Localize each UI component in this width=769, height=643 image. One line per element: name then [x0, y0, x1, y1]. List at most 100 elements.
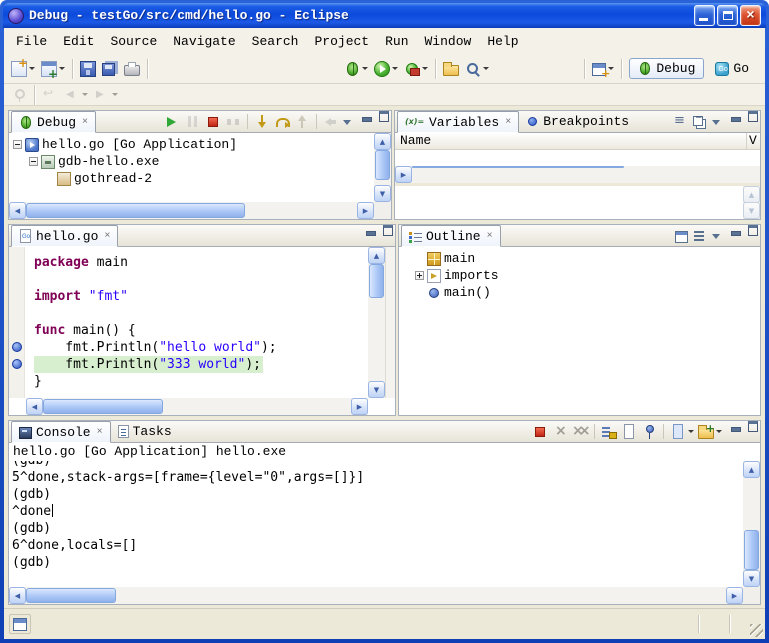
open-perspective-button[interactable] [589, 57, 617, 81]
scroll-left-icon[interactable]: ◀ [9, 202, 26, 219]
tree-item[interactable]: hello.go [Go Application] [9, 136, 391, 153]
save-all-button[interactable] [99, 57, 121, 81]
editor-overview-ruler[interactable] [385, 247, 395, 398]
tree-item[interactable]: imports [411, 267, 760, 284]
view-menu-button[interactable] [711, 112, 723, 132]
minimize-view-button[interactable] [729, 111, 743, 123]
expand-icon[interactable] [415, 271, 424, 280]
editor-vertical-scrollbar[interactable]: ▲ ▼ [368, 247, 385, 398]
code-line[interactable] [34, 271, 368, 288]
tab-hello-go[interactable]: hello.go × [11, 225, 118, 247]
scroll-down-icon[interactable]: ▼ [374, 185, 391, 202]
new-launch-button[interactable] [38, 57, 68, 81]
scrollbar-thumb[interactable] [744, 530, 759, 570]
code-line[interactable]: fmt.Println("hello world"); [34, 339, 368, 356]
menu-item-edit[interactable]: Edit [55, 31, 102, 52]
variables-column-header[interactable]: Name V [395, 133, 760, 150]
tree-item[interactable]: gdb-hello.exe [9, 153, 391, 170]
step-return-button[interactable] [293, 112, 311, 132]
menu-item-project[interactable]: Project [306, 31, 377, 52]
maximize-view-button[interactable] [377, 111, 391, 123]
scroll-down-icon[interactable]: ▼ [368, 381, 385, 398]
scrollbar-thumb[interactable] [26, 588, 116, 603]
column-name[interactable]: Name [395, 133, 746, 149]
scroll-left-icon[interactable]: ◀ [26, 398, 43, 415]
drop-to-frame-button[interactable] [322, 112, 340, 132]
tree-item[interactable]: gothread-2 [9, 170, 391, 187]
maximize-view-button[interactable] [746, 225, 760, 237]
scroll-right-icon[interactable]: ▶ [357, 202, 374, 219]
close-tab-icon[interactable]: × [505, 117, 511, 128]
scrollbar-thumb[interactable] [375, 150, 390, 180]
clear-console-button[interactable] [620, 422, 638, 442]
debug-horizontal-scrollbar[interactable]: ◀ ▶ [9, 202, 374, 219]
menu-item-search[interactable]: Search [244, 31, 307, 52]
close-window-button[interactable]: × [740, 5, 761, 26]
tab-outline[interactable]: Outline × [401, 225, 501, 247]
maximize-view-button[interactable] [746, 421, 760, 433]
scroll-lock-button[interactable] [600, 422, 618, 442]
scroll-right-icon[interactable]: ▶ [351, 398, 368, 415]
variables-tree[interactable] [395, 150, 760, 166]
tree-item[interactable]: main [411, 250, 760, 267]
last-edit-button[interactable] [39, 83, 61, 107]
code-line[interactable]: } [34, 373, 368, 390]
step-over-button[interactable] [273, 112, 291, 132]
tab-console[interactable]: Console × [11, 421, 111, 443]
forward-button[interactable] [91, 83, 121, 107]
view-menu-button[interactable] [342, 112, 354, 132]
minimize-view-button[interactable] [364, 225, 378, 237]
step-into-button[interactable] [253, 112, 271, 132]
show-logical-button[interactable] [671, 112, 689, 132]
display-console-button[interactable] [669, 422, 695, 442]
scroll-up-icon[interactable]: ▲ [368, 247, 385, 264]
code-line[interactable]: fmt.Println("333 world"); [34, 356, 368, 373]
scroll-up-icon[interactable]: ▲ [374, 133, 391, 150]
scroll-right-icon[interactable]: ▶ [726, 587, 743, 604]
code-line[interactable]: func main() { [34, 322, 368, 339]
menu-item-window[interactable]: Window [417, 31, 480, 52]
console-output[interactable]: (gdb)5^done,stack-args=[frame={level="0"… [12, 461, 743, 587]
scroll-down-icon[interactable]: ▼ [743, 570, 760, 587]
tab-breakpoints[interactable]: Breakpoints [519, 111, 636, 132]
scroll-left-icon[interactable]: ◀ [9, 587, 26, 604]
code-line[interactable] [34, 305, 368, 322]
scrollbar-thumb[interactable] [26, 203, 245, 218]
titlebar[interactable]: Debug - testGo/src/cmd/hello.go - Eclips… [3, 3, 766, 28]
menu-item-help[interactable]: Help [479, 31, 526, 52]
scrollbar-thumb[interactable] [412, 166, 624, 168]
variables-detail-pane[interactable]: ▲ ▼ [395, 186, 760, 219]
menu-item-file[interactable]: File [8, 31, 55, 52]
collapse-icon[interactable] [29, 157, 38, 166]
breakpoint-marker[interactable] [12, 342, 22, 352]
close-tab-icon[interactable]: × [487, 231, 493, 242]
collapse-all-button[interactable] [691, 112, 709, 132]
editor-annotation-ruler[interactable] [9, 247, 25, 398]
perspective-go-button[interactable]: Go [707, 59, 757, 78]
debug-button[interactable] [342, 57, 371, 81]
resume-button[interactable] [162, 112, 181, 132]
search-button[interactable] [462, 57, 492, 81]
minimize-view-button[interactable] [729, 225, 743, 237]
console-vertical-scrollbar[interactable]: ▲ ▼ [743, 461, 760, 587]
run-button[interactable] [371, 57, 401, 81]
minimize-view-button[interactable] [360, 111, 374, 123]
minimize-window-button[interactable] [694, 5, 715, 26]
focus-button[interactable] [674, 226, 689, 246]
perspective-debug-button[interactable]: Debug [629, 58, 704, 79]
terminate-button[interactable] [204, 112, 222, 132]
tab-debug[interactable]: Debug × [11, 111, 96, 133]
tree-item[interactable]: main() [411, 284, 760, 301]
new-wizard-button[interactable] [8, 57, 38, 81]
editor-horizontal-scrollbar[interactable]: ◀ ▶ [26, 398, 368, 415]
maximize-view-button[interactable] [746, 111, 760, 123]
variables-horizontal-scrollbar[interactable]: ◀ ▶ [395, 166, 760, 183]
resize-grip[interactable] [750, 624, 763, 637]
suspend-button[interactable] [183, 112, 202, 132]
fast-view-button[interactable] [9, 614, 31, 634]
remove-launch-button[interactable] [551, 422, 569, 442]
menu-item-navigate[interactable]: Navigate [165, 31, 243, 52]
remove-all-button[interactable] [571, 422, 589, 442]
code-area[interactable]: package mainimport "fmt"func main() { fm… [26, 247, 368, 398]
print-button[interactable] [121, 57, 143, 81]
